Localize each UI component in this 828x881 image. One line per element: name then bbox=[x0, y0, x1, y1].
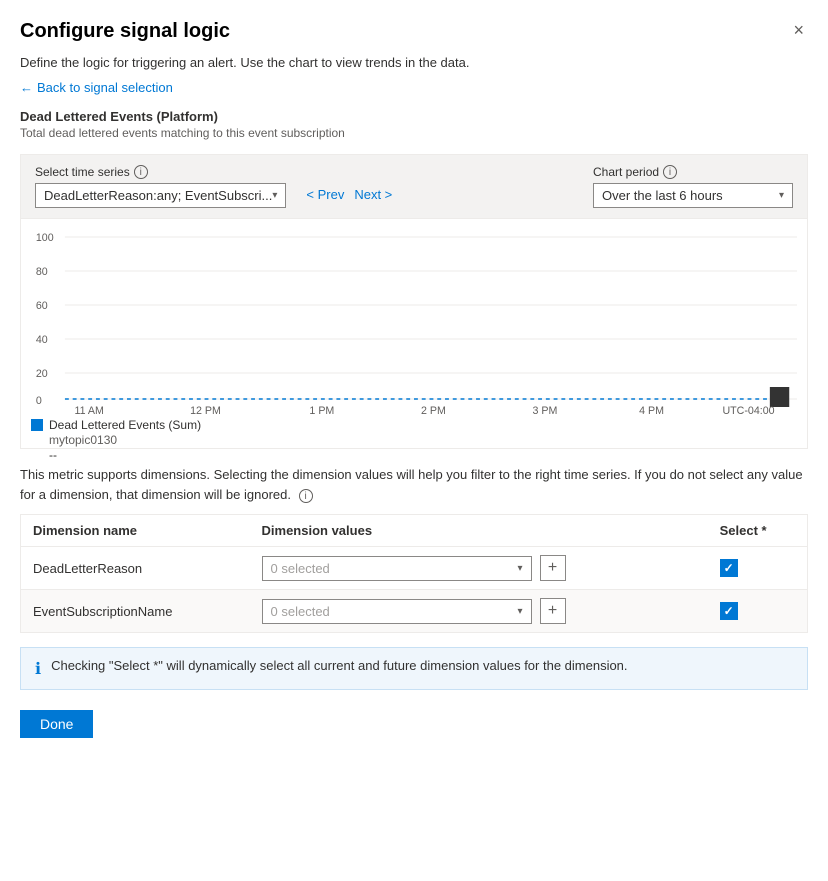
svg-text:80: 80 bbox=[36, 266, 48, 278]
dim-placeholder: 0 selected bbox=[271, 604, 330, 619]
table-row: DeadLetterReason 0 selected ▾ + bbox=[21, 547, 808, 590]
dimensions-info-icon[interactable]: i bbox=[299, 489, 313, 503]
svg-text:2 PM: 2 PM bbox=[421, 405, 446, 414]
chart-period-group: Chart period i Over the last 6 hours ▾ bbox=[593, 165, 793, 208]
signal-description: Total dead lettered events matching to t… bbox=[20, 126, 808, 140]
dialog-header: Configure signal logic × bbox=[20, 20, 808, 43]
svg-text:60: 60 bbox=[36, 300, 48, 312]
dim-values-cell: 0 selected ▾ + bbox=[250, 590, 708, 633]
dim-placeholder: 0 selected bbox=[271, 561, 330, 576]
dimensions-section: This metric supports dimensions. Selecti… bbox=[20, 465, 808, 690]
prev-next-group: < Prev Next > bbox=[302, 187, 396, 202]
add-dimension-button[interactable]: + bbox=[540, 555, 566, 581]
add-dimension-button[interactable]: + bbox=[540, 598, 566, 624]
done-button[interactable]: Done bbox=[20, 710, 93, 738]
dim-values-dropdown[interactable]: 0 selected ▾ bbox=[262, 556, 532, 581]
legend-name: Dead Lettered Events (Sum) bbox=[49, 418, 201, 432]
dimensions-table: Dimension name Dimension values Select *… bbox=[20, 514, 808, 633]
description-text: Define the logic for triggering an alert… bbox=[20, 55, 808, 70]
close-button[interactable]: × bbox=[789, 20, 808, 41]
configure-signal-dialog: Configure signal logic × Define the logi… bbox=[0, 0, 828, 881]
info-banner-icon: ℹ bbox=[35, 659, 41, 679]
footer: Done bbox=[20, 710, 808, 738]
legend-sub-item: mytopic0130 bbox=[31, 433, 797, 447]
svg-text:11 AM: 11 AM bbox=[74, 405, 103, 414]
dimensions-info: This metric supports dimensions. Selecti… bbox=[20, 465, 808, 504]
select-star-checkbox[interactable] bbox=[720, 559, 738, 577]
time-series-value: DeadLetterReason:any; EventSubscri... bbox=[44, 188, 272, 203]
col-select: Select * bbox=[708, 515, 808, 547]
legend-item: Dead Lettered Events (Sum) bbox=[31, 418, 797, 432]
dim-select-cell bbox=[708, 590, 808, 633]
back-arrow-icon: ← bbox=[20, 80, 33, 95]
prev-button[interactable]: < Prev bbox=[302, 187, 348, 202]
controls-row: Select time series i DeadLetterReason:an… bbox=[35, 165, 793, 208]
time-series-label: Select time series i bbox=[35, 165, 286, 179]
info-banner-text: Checking "Select *" will dynamically sel… bbox=[51, 658, 627, 673]
legend-color bbox=[31, 419, 43, 431]
svg-text:40: 40 bbox=[36, 334, 48, 346]
legend-value-item: -- bbox=[31, 448, 797, 462]
chevron-down-icon: ▾ bbox=[779, 190, 784, 201]
info-banner: ℹ Checking "Select *" will dynamically s… bbox=[20, 647, 808, 690]
chart-period-info-icon[interactable]: i bbox=[663, 165, 677, 179]
dim-values-dropdown[interactable]: 0 selected ▾ bbox=[262, 599, 532, 624]
dialog-title: Configure signal logic bbox=[20, 20, 230, 43]
chart-period-label: Chart period i bbox=[593, 165, 793, 179]
dim-name-cell: EventSubscriptionName bbox=[21, 590, 250, 633]
chart-period-value: Over the last 6 hours bbox=[602, 188, 723, 203]
back-to-signal-link[interactable]: ← Back to signal selection bbox=[20, 80, 173, 95]
time-series-info-icon[interactable]: i bbox=[134, 165, 148, 179]
time-series-dropdown[interactable]: DeadLetterReason:any; EventSubscri... ▾ bbox=[35, 183, 286, 208]
col-dimension-name: Dimension name bbox=[21, 515, 250, 547]
chevron-down-icon: ▾ bbox=[517, 563, 522, 574]
table-row: EventSubscriptionName 0 selected ▾ + bbox=[21, 590, 808, 633]
table-header-row: Dimension name Dimension values Select * bbox=[21, 515, 808, 547]
col-dimension-values: Dimension values bbox=[250, 515, 708, 547]
signal-name: Dead Lettered Events (Platform) bbox=[20, 109, 808, 124]
next-button[interactable]: Next > bbox=[350, 187, 396, 202]
chart-svg: 100 80 60 40 20 0 11 AM 12 PM bbox=[31, 229, 797, 414]
chart-period-dropdown[interactable]: Over the last 6 hours ▾ bbox=[593, 183, 793, 208]
legend-sub: mytopic0130 bbox=[49, 433, 117, 447]
chart-area: 100 80 60 40 20 0 11 AM 12 PM bbox=[20, 219, 808, 449]
svg-text:4 PM: 4 PM bbox=[639, 405, 664, 414]
chevron-down-icon: ▾ bbox=[272, 190, 277, 201]
svg-text:UTC-04:00: UTC-04:00 bbox=[722, 405, 774, 414]
legend-value: -- bbox=[49, 448, 57, 462]
svg-text:0: 0 bbox=[36, 395, 42, 407]
dim-select-cell bbox=[708, 547, 808, 590]
svg-text:3 PM: 3 PM bbox=[532, 405, 557, 414]
svg-text:12 PM: 12 PM bbox=[190, 405, 221, 414]
dim-values-cell: 0 selected ▾ + bbox=[250, 547, 708, 590]
controls-bar: Select time series i DeadLetterReason:an… bbox=[20, 154, 808, 219]
back-link-label: Back to signal selection bbox=[37, 80, 173, 95]
chart-legend: Dead Lettered Events (Sum) mytopic0130 -… bbox=[31, 418, 797, 462]
svg-text:20: 20 bbox=[36, 368, 48, 380]
select-star-checkbox[interactable] bbox=[720, 602, 738, 620]
dim-name-cell: DeadLetterReason bbox=[21, 547, 250, 590]
time-series-group: Select time series i DeadLetterReason:an… bbox=[35, 165, 286, 208]
svg-text:100: 100 bbox=[36, 232, 54, 244]
svg-text:1 PM: 1 PM bbox=[309, 405, 334, 414]
chevron-down-icon: ▾ bbox=[517, 606, 522, 617]
